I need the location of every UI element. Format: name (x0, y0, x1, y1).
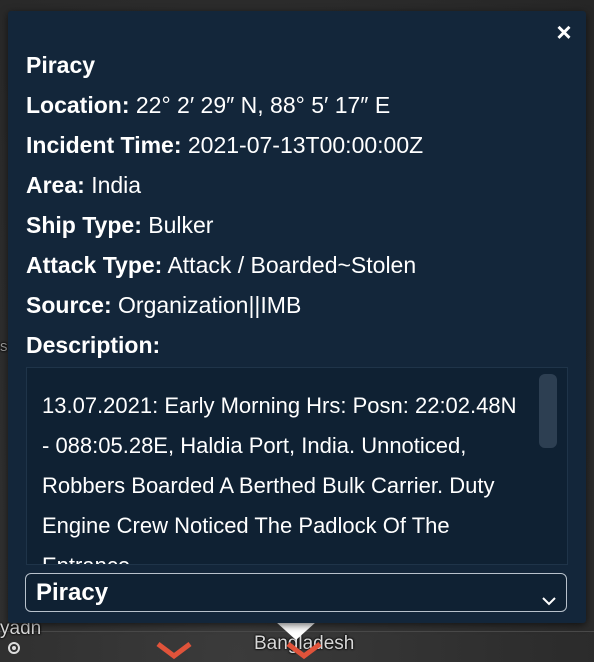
field-label: Ship Type: (26, 212, 142, 238)
incident-marker-icon[interactable] (284, 640, 324, 662)
field-value: Attack / Boarded~Stolen (167, 252, 417, 278)
incident-fields: Piracy Location: 22° 2′ 29″ N, 88° 5′ 17… (26, 49, 568, 369)
field-label: Location: (26, 92, 130, 118)
field-source: Source: Organization||IMB (26, 289, 568, 329)
close-icon[interactable]: × (552, 19, 576, 45)
chevron-down-icon (540, 584, 558, 606)
location-dot-icon[interactable] (8, 642, 20, 654)
field-attack-type: Attack Type: Attack / Boarded~Stolen (26, 249, 568, 289)
description-label: Description: (26, 329, 568, 369)
map-label-edge: s (0, 338, 8, 355)
field-label: Incident Time: (26, 132, 182, 158)
description-text: 13.07.2021: Early Morning Hrs: Posn: 22:… (42, 393, 517, 564)
field-value: 2021-07-13T00:00:00Z (187, 132, 424, 158)
field-location: Location: 22° 2′ 29″ N, 88° 5′ 17″ E (26, 89, 568, 129)
popup-pointer (276, 622, 316, 640)
field-label: Source: (26, 292, 112, 318)
field-label: Area: (26, 172, 85, 198)
field-value: India (91, 172, 142, 198)
incident-marker-icon[interactable] (154, 640, 194, 662)
field-label: Description: (26, 332, 161, 358)
category-select[interactable]: Piracy (25, 573, 567, 612)
field-ship-type: Ship Type: Bulker (26, 209, 568, 249)
field-value: Organization||IMB (118, 292, 302, 318)
popup-title: Piracy (26, 52, 96, 78)
field-value: 22° 2′ 29″ N, 88° 5′ 17″ E (135, 92, 391, 118)
field-value: Bulker (148, 212, 214, 238)
category-select-value: Piracy (36, 579, 109, 606)
field-area: Area: India (26, 169, 568, 209)
field-incident-time: Incident Time: 2021-07-13T00:00:00Z (26, 129, 568, 169)
description-scrollbar[interactable] (539, 374, 557, 448)
incident-popup: × Piracy Location: 22° 2′ 29″ N, 88° 5′ … (8, 11, 586, 623)
field-label: Attack Type: (26, 252, 163, 278)
description-box[interactable]: 13.07.2021: Early Morning Hrs: Posn: 22:… (26, 367, 568, 565)
